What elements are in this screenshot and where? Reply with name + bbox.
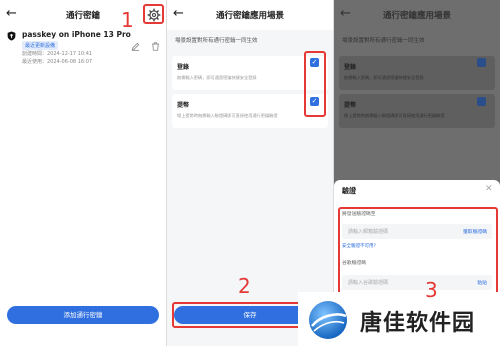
- created-time: 創建時間：2024-12-17 10:41: [22, 51, 93, 57]
- page-title: 通行密鑰應用場景: [215, 11, 284, 21]
- scenario-desc: 無需輸入密碼，即可通過密鑰快捷安全登錄: [177, 75, 257, 80]
- scenario-description: 場景設置對所有通行密鑰一同生效: [342, 38, 425, 44]
- annotation-box-verification: [338, 207, 498, 295]
- watermark-text: 唐佳软件园: [360, 311, 476, 336]
- trash-icon[interactable]: [151, 42, 160, 51]
- top-bar: ← 通行密鑰: [0, 0, 166, 30]
- passkey-list-screen: ← 通行密鑰 passkey on iPhone 13 Pro 最近更新設備 創…: [0, 0, 166, 346]
- page-title: 通行密鑰: [65, 11, 100, 21]
- scenario-label: 提幣: [344, 102, 357, 109]
- annotation-step-3: 3: [425, 278, 438, 302]
- withdraw-checkbox: [477, 97, 486, 106]
- top-bar: ← 通行密鑰應用場景: [167, 0, 333, 30]
- watermark: 唐佳软件园: [298, 292, 500, 346]
- add-passkey-button[interactable]: 添加通行密鑰: [7, 306, 159, 324]
- annotation-box-gear: [143, 4, 164, 24]
- passkey-shield-icon: [7, 31, 16, 41]
- scenario-label: 登錄: [344, 64, 357, 71]
- annotation-step-1: 1: [121, 8, 134, 32]
- scenario-login-card: 登錄 無需輸入密碼，即可通過密鑰快捷安全登錄: [339, 56, 495, 90]
- scenario-label: 登錄: [177, 64, 190, 71]
- login-checkbox: [477, 58, 486, 67]
- sheet-title: 驗證: [342, 187, 356, 195]
- last-used-time: 最近使用：2024-06-08 16:07: [22, 59, 93, 65]
- close-icon[interactable]: ✕: [485, 184, 493, 194]
- scenario-label: 提幣: [177, 102, 190, 109]
- edit-icon[interactable]: [131, 42, 140, 51]
- watermark-logo-icon: [309, 301, 347, 339]
- page-title: 通行密鑰應用場景: [382, 11, 451, 21]
- scenario-desc: 線上提幣時無需輸入驗證碼即可直接使用通行密鑰驗證: [177, 113, 278, 118]
- annotation-step-2: 2: [238, 274, 251, 298]
- scenario-desc: 無需輸入密碼，即可通過密鑰快捷安全登錄: [344, 75, 424, 80]
- scenario-withdraw-card: 提幣 線上提幣時無需輸入驗證碼即可直接使用通行密鑰驗證: [339, 94, 495, 128]
- scenario-desc: 線上提幣時無需輸入驗證碼即可直接使用通行密鑰驗證: [344, 113, 445, 118]
- status-badge: 最近更新設備: [22, 41, 59, 50]
- annotation-box-checkboxes: [304, 51, 326, 117]
- top-bar: ← 通行密鑰應用場景: [334, 0, 500, 30]
- passkey-name: passkey on iPhone 13 Pro: [22, 30, 131, 39]
- scenario-description: 場景設置對所有通行密鑰一同生效: [175, 38, 258, 44]
